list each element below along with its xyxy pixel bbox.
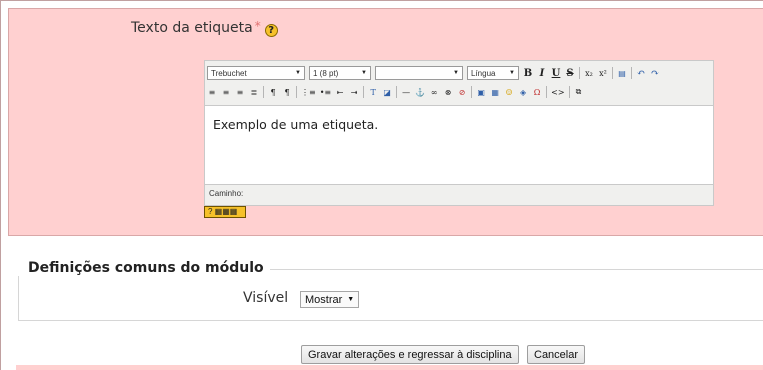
toolbar-separator xyxy=(612,67,613,79)
unlink-icon[interactable]: ⊘ xyxy=(457,85,467,99)
required-mark: * xyxy=(254,19,261,33)
toolbar-separator xyxy=(631,67,632,79)
visible-select[interactable]: Mostrar ▼ xyxy=(300,291,360,308)
font-size-select[interactable]: 1 (8 pt) ▼ xyxy=(309,66,371,80)
align-left-icon[interactable]: ≡ xyxy=(207,85,217,99)
toolbar-separator xyxy=(263,86,264,98)
html-source-icon[interactable]: <> xyxy=(551,85,564,99)
chevron-down-icon: ▼ xyxy=(295,70,301,76)
font-size-value: 1 (8 pt) xyxy=(313,68,339,78)
italic-icon[interactable]: I xyxy=(537,66,547,80)
text-color-icon[interactable]: T xyxy=(368,85,378,99)
ordered-list-icon[interactable]: ⋮≡ xyxy=(301,85,316,99)
toolbar-separator xyxy=(546,86,548,98)
font-family-select[interactable]: Trebuchet ▼ xyxy=(207,66,305,80)
editor-content-text: Exemplo de uma etiqueta. xyxy=(213,117,379,132)
toolbar-separator xyxy=(568,86,570,98)
chevron-down-icon: ▼ xyxy=(453,70,459,76)
redo-icon[interactable]: ↷ xyxy=(650,66,660,80)
fullscreen-icon[interactable]: ⧉ xyxy=(574,85,584,99)
underline-icon[interactable]: U xyxy=(551,66,561,80)
editor-path-status: Caminho: xyxy=(209,189,244,198)
anchor-icon[interactable]: ⚓ xyxy=(415,85,425,99)
rich-text-editor: Trebuchet ▼ 1 (8 pt) ▼ ▼ Língua ▼ B I U S x… xyxy=(204,60,714,206)
smiley-icon[interactable]: ☺ xyxy=(504,85,514,99)
language-select[interactable]: Língua ▼ xyxy=(467,66,519,80)
toolbar-row-2: ≡ ≡ ≡ ≣ ¶ ¶ ⋮≡ •≡ ⇤ ⇥ T ◪ — ⚓ ∞ ⊗ ⊘ ▣ ▦ … xyxy=(207,83,584,101)
bottom-required-strip xyxy=(16,365,763,370)
section-legend[interactable]: Definições comuns do módulo xyxy=(8,260,270,276)
editor-content-area[interactable]: Exemplo de uma etiqueta. xyxy=(205,105,713,185)
chevron-down-icon: ▼ xyxy=(361,70,367,76)
nolink-icon[interactable]: ⊗ xyxy=(443,85,453,99)
keyboard-shortcuts-icon[interactable]: ? ▦▦▦ xyxy=(204,206,246,218)
horizontal-rule-icon[interactable]: — xyxy=(401,85,411,99)
style-select[interactable]: ▼ xyxy=(375,66,463,80)
keyboard-help-glyph: ? xyxy=(208,207,213,216)
rtl-icon[interactable]: ¶ xyxy=(282,85,292,99)
background-color-icon[interactable]: ◪ xyxy=(382,85,392,99)
indent-icon[interactable]: ⇥ xyxy=(349,85,359,99)
align-center-icon[interactable]: ≡ xyxy=(221,85,231,99)
language-value: Língua xyxy=(471,68,496,78)
visible-label: Visível xyxy=(243,290,289,306)
align-right-icon[interactable]: ≡ xyxy=(235,85,245,99)
field-label-text: Texto da etiqueta xyxy=(131,20,253,36)
chevron-down-icon: ▼ xyxy=(509,70,515,76)
undo-icon[interactable]: ↶ xyxy=(636,66,646,80)
toolbar-separator xyxy=(396,86,398,98)
table-icon[interactable]: ▦ xyxy=(490,85,500,99)
superscript-icon[interactable]: x² xyxy=(598,66,608,80)
link-icon[interactable]: ∞ xyxy=(429,85,439,99)
label-text-field-label: Texto da etiqueta *? xyxy=(131,19,278,37)
ltr-icon[interactable]: ¶ xyxy=(268,85,278,99)
image-icon[interactable]: ▣ xyxy=(476,85,486,99)
toolbar-row-1: Trebuchet ▼ 1 (8 pt) ▼ ▼ Língua ▼ B I U S x… xyxy=(207,64,660,82)
strikethrough-icon[interactable]: S xyxy=(565,66,575,80)
outdent-icon[interactable]: ⇤ xyxy=(335,85,345,99)
toolbar-separator xyxy=(579,67,580,79)
special-char-icon[interactable]: Ω xyxy=(532,85,542,99)
bold-icon[interactable]: B xyxy=(523,66,533,80)
font-family-value: Trebuchet xyxy=(211,68,247,78)
clean-word-icon[interactable]: ▤ xyxy=(617,66,627,80)
toolbar-separator xyxy=(471,86,473,98)
toolbar-separator xyxy=(363,86,365,98)
cancel-button[interactable]: Cancelar xyxy=(527,345,586,364)
save-and-return-button[interactable]: Gravar alterações e regressar à discipli… xyxy=(301,345,519,364)
toolbar-separator xyxy=(296,86,297,98)
help-icon[interactable]: ? xyxy=(264,24,278,37)
common-module-settings-fieldset xyxy=(18,269,763,321)
subscript-icon[interactable]: x₂ xyxy=(584,66,594,80)
unordered-list-icon[interactable]: •≡ xyxy=(320,85,331,99)
visible-select-value: Mostrar xyxy=(305,293,343,306)
media-icon[interactable]: ◈ xyxy=(518,85,528,99)
chevron-down-icon: ▼ xyxy=(347,296,355,303)
align-justify-icon[interactable]: ≣ xyxy=(249,85,259,99)
